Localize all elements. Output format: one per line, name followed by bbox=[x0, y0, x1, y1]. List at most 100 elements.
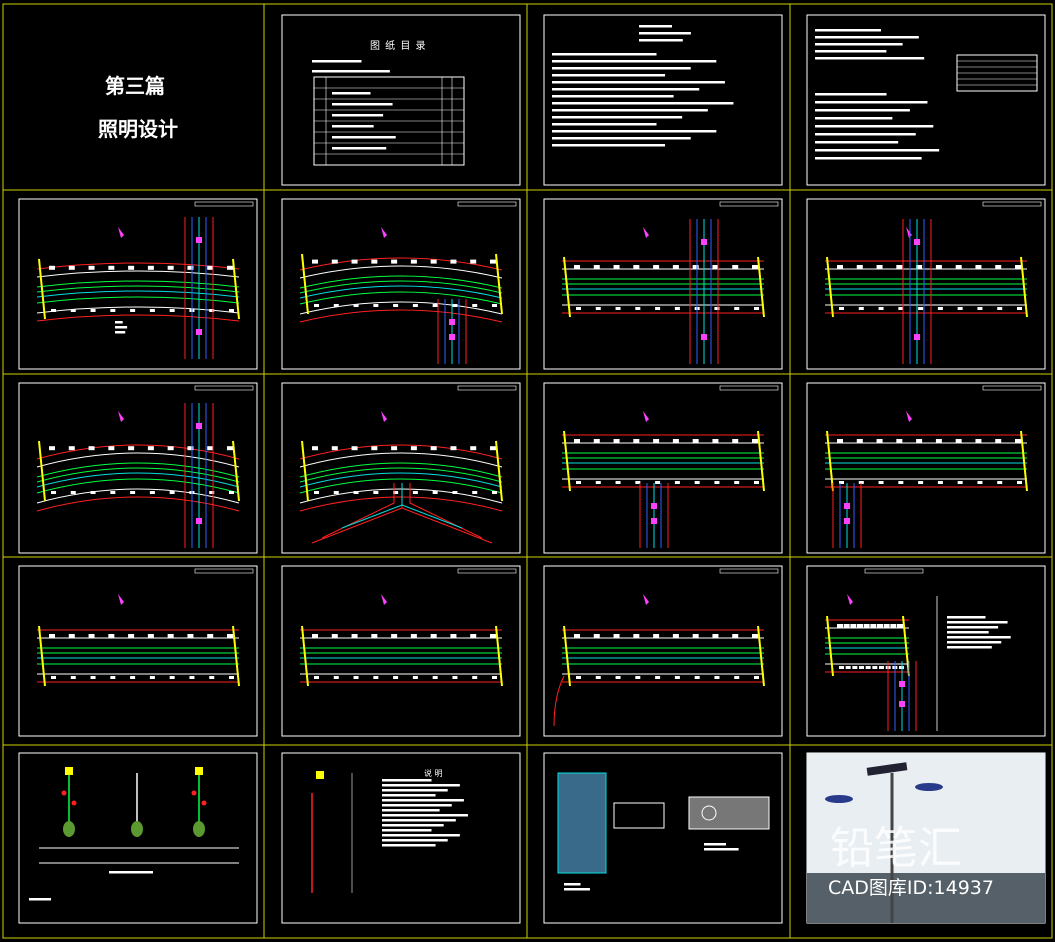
lamp-mark bbox=[615, 676, 621, 679]
lamp-mark bbox=[955, 439, 962, 443]
lamp-mark bbox=[898, 481, 904, 484]
lamp-mark bbox=[49, 265, 55, 270]
text-line bbox=[947, 646, 992, 649]
lamp-mark bbox=[845, 666, 851, 669]
watermark-brand: 铅笔汇 bbox=[830, 823, 962, 874]
lamp-mark bbox=[333, 676, 339, 679]
lamp-mark bbox=[714, 307, 720, 310]
text-line bbox=[704, 843, 726, 846]
station-mark bbox=[301, 625, 309, 687]
side-road bbox=[553, 675, 565, 727]
north-arrow bbox=[381, 594, 387, 605]
branch-road bbox=[341, 483, 463, 529]
lamp-mark bbox=[68, 634, 75, 638]
text-line bbox=[815, 141, 899, 144]
lamp-mark bbox=[314, 676, 319, 679]
lamp-mark bbox=[351, 446, 358, 451]
lamp-mark bbox=[734, 481, 740, 484]
lamp-mark bbox=[108, 634, 115, 638]
lamp-mark bbox=[314, 304, 319, 307]
north-arrow bbox=[643, 594, 649, 605]
lamp-mark bbox=[674, 307, 680, 310]
junction-mark bbox=[651, 503, 657, 509]
title-block bbox=[864, 568, 924, 574]
lamp-mark bbox=[896, 265, 903, 269]
text-line bbox=[815, 157, 922, 160]
text-line bbox=[382, 784, 460, 787]
lamp-mark bbox=[110, 676, 116, 679]
text-line bbox=[815, 149, 940, 152]
station-mark bbox=[301, 253, 309, 315]
lamp-mark bbox=[130, 309, 136, 312]
sheet-1-0 bbox=[18, 198, 258, 370]
north-arrow bbox=[118, 411, 124, 422]
road-line bbox=[299, 452, 503, 468]
lamp-mark bbox=[752, 439, 758, 443]
lamp-mark bbox=[876, 439, 883, 443]
lamp-mark bbox=[207, 634, 214, 638]
station-mark bbox=[563, 430, 571, 492]
text-line bbox=[115, 331, 126, 334]
spec-sheet-title: 说 明 bbox=[424, 769, 443, 778]
lamp-mark bbox=[472, 676, 478, 679]
title-block bbox=[457, 201, 517, 207]
lamp-mark bbox=[878, 481, 884, 484]
junction-mark bbox=[449, 334, 455, 340]
lamp-mark bbox=[897, 624, 903, 628]
junction-mark bbox=[914, 239, 920, 245]
lamp-mark bbox=[452, 304, 458, 307]
lamp-mark bbox=[169, 309, 175, 312]
lamp-mark bbox=[490, 259, 496, 264]
lamp-mark bbox=[393, 676, 399, 679]
lamp-mark bbox=[430, 634, 437, 638]
lamp-mark bbox=[595, 481, 601, 484]
station-mark bbox=[38, 625, 46, 687]
text-line bbox=[947, 631, 989, 634]
lamp-mark bbox=[937, 481, 943, 484]
cad-drawing-canvas: 第三篇 照明设计 图 纸 目 录 说 明 铅笔汇 CAD图库ID:14937 bbox=[0, 0, 1055, 942]
lamp-mark bbox=[49, 446, 55, 451]
lamp-mark bbox=[732, 634, 739, 638]
text-line bbox=[382, 839, 448, 842]
text-line bbox=[552, 130, 717, 133]
sheet-4-1 bbox=[281, 752, 521, 924]
photo-lamp-head bbox=[915, 783, 943, 791]
junction-mark bbox=[844, 518, 850, 524]
text-line bbox=[382, 819, 456, 822]
lamp-mark bbox=[331, 259, 338, 264]
lamp-mark bbox=[90, 676, 96, 679]
sheet-0-3 bbox=[806, 14, 1046, 186]
lamp-mark bbox=[593, 265, 600, 269]
lamp-mark bbox=[410, 446, 417, 451]
lamp-mark bbox=[896, 439, 903, 443]
lamp-mark bbox=[149, 676, 155, 679]
tree bbox=[131, 821, 143, 837]
sheet-border bbox=[18, 565, 258, 737]
lamp-mark bbox=[167, 634, 174, 638]
lamp-mark bbox=[492, 491, 497, 494]
text-line bbox=[332, 147, 387, 150]
lamp-mark bbox=[149, 309, 155, 312]
north-arrow bbox=[847, 594, 853, 605]
text-line bbox=[815, 101, 928, 104]
text-line bbox=[552, 81, 725, 84]
lamp-mark bbox=[130, 491, 136, 494]
text-line bbox=[552, 109, 708, 112]
lamp-mark bbox=[68, 265, 75, 270]
lamp-mark bbox=[633, 634, 640, 638]
lamp-mark bbox=[672, 439, 679, 443]
lamp-mark bbox=[373, 304, 379, 307]
text-line bbox=[815, 36, 919, 39]
text-line bbox=[815, 109, 910, 112]
lamp-mark bbox=[916, 439, 923, 443]
text-line bbox=[552, 67, 691, 70]
title-block bbox=[719, 568, 779, 574]
lamp-mark bbox=[935, 265, 942, 269]
lamp-mark bbox=[108, 446, 115, 451]
lamp-mark bbox=[430, 446, 437, 451]
lamp-mark bbox=[51, 676, 56, 679]
lamp-mark bbox=[1017, 481, 1022, 484]
junction-mark bbox=[701, 334, 707, 340]
lamp-mark bbox=[655, 676, 661, 679]
lamp-mark bbox=[450, 446, 457, 451]
